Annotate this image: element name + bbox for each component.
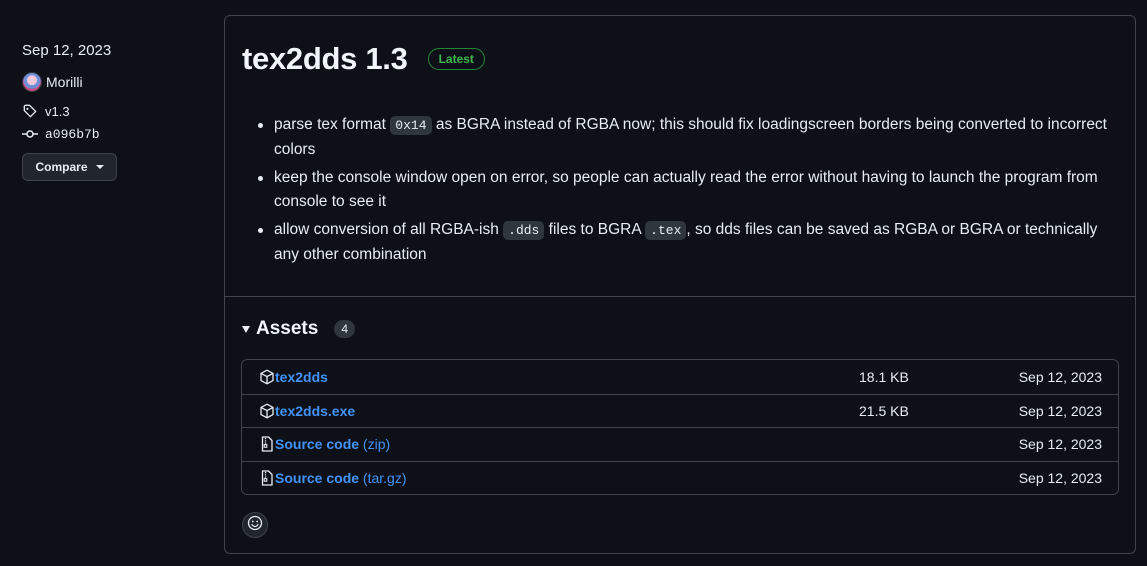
asset-link[interactable]: Source code (zip) bbox=[275, 436, 390, 452]
asset-date: Sep 12, 2023 bbox=[1018, 469, 1102, 486]
author-link[interactable]: Morilli bbox=[22, 71, 202, 93]
smiley-icon bbox=[247, 515, 263, 536]
release-sidebar: Sep 12, 2023 Morilli v1.3 a096b7b Compar… bbox=[22, 40, 202, 181]
asset-link[interactable]: Source code (tar.gz) bbox=[275, 470, 407, 486]
divider bbox=[225, 296, 1135, 297]
asset-row: tex2dds 18.1 KB Sep 12, 2023 bbox=[242, 360, 1118, 394]
tag-label[interactable]: v1.3 bbox=[45, 104, 70, 119]
release-notes: parse tex format 0x14 as BGRA instead of… bbox=[258, 113, 1108, 271]
assets-toggle[interactable]: Assets 4 bbox=[242, 318, 356, 340]
inline-code: .dds bbox=[503, 221, 545, 240]
asset-date: Sep 12, 2023 bbox=[1018, 436, 1102, 453]
inline-code: .tex bbox=[645, 221, 687, 240]
package-icon bbox=[259, 369, 275, 385]
commit-link[interactable]: a096b7b bbox=[22, 124, 202, 144]
assets-title[interactable]: Assets bbox=[256, 318, 318, 340]
author-name[interactable]: Morilli bbox=[46, 74, 83, 90]
compare-label: Compare bbox=[35, 160, 88, 174]
asset-link[interactable]: tex2dds.exe bbox=[275, 403, 355, 419]
release-header: tex2dds 1.3 Latest bbox=[242, 41, 485, 77]
latest-badge: Latest bbox=[427, 48, 485, 70]
chevron-down-icon bbox=[95, 165, 104, 169]
asset-row: tex2dds.exe 21.5 KB Sep 12, 2023 bbox=[242, 393, 1118, 428]
compare-button[interactable]: Compare bbox=[22, 153, 117, 181]
asset-size: 21.5 KB bbox=[859, 402, 909, 419]
avatar bbox=[22, 72, 42, 92]
asset-date: Sep 12, 2023 bbox=[1018, 402, 1102, 419]
tag-icon bbox=[22, 103, 38, 119]
asset-date: Sep 12, 2023 bbox=[1018, 368, 1102, 385]
asset-list: tex2dds 18.1 KB Sep 12, 2023 tex2dds.exe… bbox=[241, 359, 1119, 495]
commit-icon bbox=[22, 126, 38, 142]
file-zip-icon bbox=[259, 436, 275, 452]
tag-link[interactable]: v1.3 bbox=[22, 101, 202, 121]
asset-row: Source code (tar.gz) Sep 12, 2023 bbox=[242, 460, 1118, 495]
inline-code: 0x14 bbox=[390, 116, 432, 135]
asset-size: 18.1 KB bbox=[859, 368, 909, 385]
list-item: keep the console window open on error, s… bbox=[258, 166, 1108, 214]
triangle-down-icon bbox=[242, 325, 250, 333]
commit-sha[interactable]: a096b7b bbox=[45, 127, 100, 142]
release-card: tex2dds 1.3 Latest parse tex format 0x14… bbox=[224, 15, 1136, 554]
list-item: parse tex format 0x14 as BGRA instead of… bbox=[258, 113, 1108, 162]
file-zip-icon bbox=[259, 470, 275, 486]
assets-count-badge: 4 bbox=[334, 320, 356, 338]
asset-row: Source code (zip) Sep 12, 2023 bbox=[242, 427, 1118, 461]
list-item: allow conversion of all RGBA-ish .dds fi… bbox=[258, 218, 1108, 267]
asset-link[interactable]: tex2dds bbox=[275, 369, 328, 385]
release-title[interactable]: tex2dds 1.3 bbox=[242, 41, 408, 77]
add-reaction-button[interactable] bbox=[242, 512, 268, 538]
package-icon bbox=[259, 403, 275, 419]
release-date: Sep 12, 2023 bbox=[22, 42, 112, 59]
